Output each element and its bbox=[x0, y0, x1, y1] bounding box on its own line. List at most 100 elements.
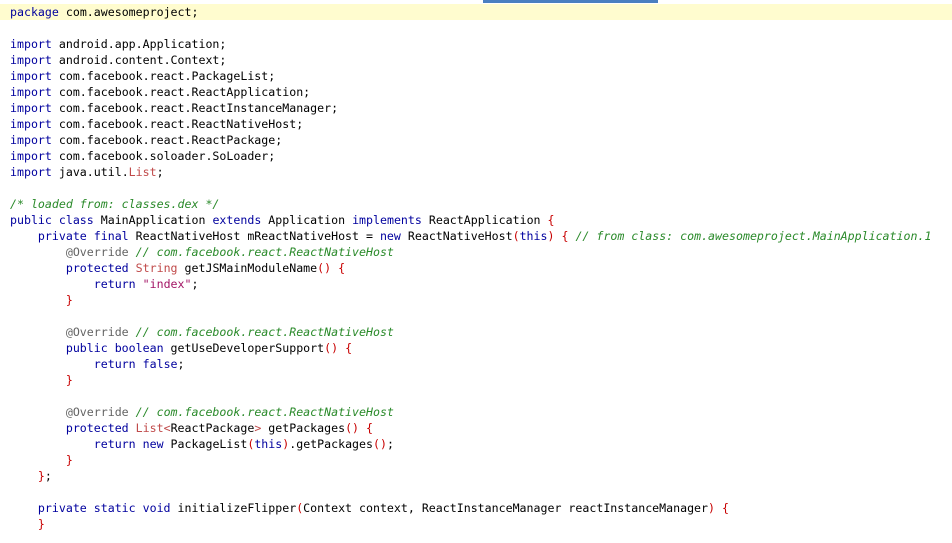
keyword-token: import bbox=[10, 37, 52, 51]
keyword-token: import bbox=[10, 133, 52, 147]
code-line[interactable]: import com.facebook.react.ReactNativeHos… bbox=[0, 116, 952, 132]
code-line[interactable]: import android.content.Context; bbox=[0, 52, 952, 68]
code-line[interactable]: import com.facebook.react.ReactPackage; bbox=[0, 132, 952, 148]
code-text-token: MainApplication bbox=[93, 213, 213, 227]
bracket-token: { bbox=[338, 261, 346, 275]
bracket-token: () bbox=[324, 341, 339, 355]
type-token: List bbox=[128, 165, 157, 179]
code-line[interactable]: import com.facebook.react.ReactApplicati… bbox=[0, 84, 952, 100]
code-text-token: ; bbox=[156, 165, 164, 179]
code-text-token: com.facebook.react.ReactInstanceManager; bbox=[51, 101, 339, 115]
bracket-token: } bbox=[65, 373, 73, 387]
keyword-token: import bbox=[10, 165, 52, 179]
generic-bracket-token: < bbox=[163, 421, 171, 435]
code-line-current[interactable]: package com.awesomeproject; bbox=[0, 4, 952, 20]
code-text-token: android.content.Context; bbox=[51, 53, 227, 67]
keyword-token: return false bbox=[93, 357, 178, 371]
code-line[interactable]: @Override // com.facebook.react.ReactNat… bbox=[0, 244, 952, 260]
code-line[interactable]: return "index"; bbox=[0, 276, 952, 292]
keyword-token: private final bbox=[37, 229, 129, 243]
keyword-token: public class bbox=[10, 213, 94, 227]
code-line[interactable] bbox=[0, 484, 952, 500]
keyword-token: private static void bbox=[37, 501, 171, 515]
type-token: List bbox=[135, 421, 164, 435]
code-line[interactable]: public boolean getUseDeveloperSupport() … bbox=[0, 340, 952, 356]
code-line[interactable] bbox=[0, 20, 952, 36]
code-line[interactable]: import com.facebook.react.ReactInstanceM… bbox=[0, 100, 952, 116]
keyword-token: extends bbox=[212, 213, 262, 227]
code-editor[interactable]: package com.awesomeproject; import androi… bbox=[0, 4, 952, 532]
code-text-token: com.facebook.soloader.SoLoader; bbox=[51, 149, 276, 163]
annotation-token: @Override bbox=[65, 325, 129, 339]
code-text-token: getJSMainModuleName bbox=[177, 261, 318, 275]
code-line[interactable]: } bbox=[0, 452, 952, 468]
keyword-token: return new bbox=[93, 437, 164, 451]
code-line[interactable]: import com.facebook.soloader.SoLoader; bbox=[0, 148, 952, 164]
comment-token: /* loaded from: classes.dex */ bbox=[10, 197, 220, 211]
code-text-token: com.facebook.react.ReactApplication; bbox=[51, 85, 311, 99]
code-line[interactable]: return false; bbox=[0, 356, 952, 372]
code-line[interactable]: @Override // com.facebook.react.ReactNat… bbox=[0, 404, 952, 420]
code-text-token: com.facebook.react.ReactNativeHost; bbox=[51, 117, 304, 131]
bracket-token: () bbox=[317, 261, 332, 275]
type-token: String bbox=[135, 261, 178, 275]
code-text-token: ; bbox=[177, 357, 185, 371]
code-text-token: ReactNativeHost mReactNativeHost = bbox=[128, 229, 380, 243]
code-line[interactable]: }; bbox=[0, 468, 952, 484]
code-text-token: getPackages bbox=[261, 421, 346, 435]
code-line[interactable]: } bbox=[0, 372, 952, 388]
bracket-token: ( bbox=[512, 229, 520, 243]
keyword-token: import bbox=[10, 117, 52, 131]
keyword-token: import bbox=[10, 69, 52, 83]
comment-token: // com.facebook.react.ReactNativeHost bbox=[135, 405, 394, 419]
code-line[interactable]: } bbox=[0, 516, 952, 532]
code-text-token: ; bbox=[386, 437, 394, 451]
code-line[interactable]: /* loaded from: classes.dex */ bbox=[0, 196, 952, 212]
keyword-token: protected bbox=[65, 261, 129, 275]
keyword-token: import bbox=[10, 101, 52, 115]
bracket-token: } bbox=[37, 517, 45, 531]
code-line[interactable]: private static void initializeFlipper(Co… bbox=[0, 500, 952, 516]
code-line[interactable]: @Override // com.facebook.react.ReactNat… bbox=[0, 324, 952, 340]
code-text-token: ; bbox=[191, 277, 199, 291]
bracket-token: { bbox=[366, 421, 374, 435]
code-line[interactable]: import android.app.Application; bbox=[0, 36, 952, 52]
code-text-token: java.util. bbox=[51, 165, 129, 179]
active-tab-indicator bbox=[483, 0, 658, 3]
code-line[interactable]: protected List<ReactPackage> getPackages… bbox=[0, 420, 952, 436]
code-line[interactable]: } bbox=[0, 292, 952, 308]
code-line[interactable]: import java.util.List; bbox=[0, 164, 952, 180]
code-text-token: Application bbox=[261, 213, 353, 227]
code-text-token: ReactApplication bbox=[421, 213, 548, 227]
code-text-token: initializeFlipper bbox=[170, 501, 297, 515]
code-line[interactable]: protected String getJSMainModuleName() { bbox=[0, 260, 952, 276]
bracket-token: () bbox=[373, 437, 387, 451]
code-line[interactable]: import com.facebook.react.PackageList; bbox=[0, 68, 952, 84]
code-line[interactable] bbox=[0, 308, 952, 324]
code-line[interactable] bbox=[0, 388, 952, 404]
string-literal-token: "index" bbox=[142, 277, 192, 291]
code-line[interactable] bbox=[0, 180, 952, 196]
code-line[interactable]: private final ReactNativeHost mReactNati… bbox=[0, 228, 952, 244]
code-text-token: ; bbox=[44, 469, 52, 483]
code-line[interactable]: public class MainApplication extends App… bbox=[0, 212, 952, 228]
code-text-token: Context context, ReactInstanceManager re… bbox=[303, 501, 709, 515]
code-line[interactable]: return new PackageList(this).getPackages… bbox=[0, 436, 952, 452]
bracket-token: { bbox=[721, 501, 729, 515]
